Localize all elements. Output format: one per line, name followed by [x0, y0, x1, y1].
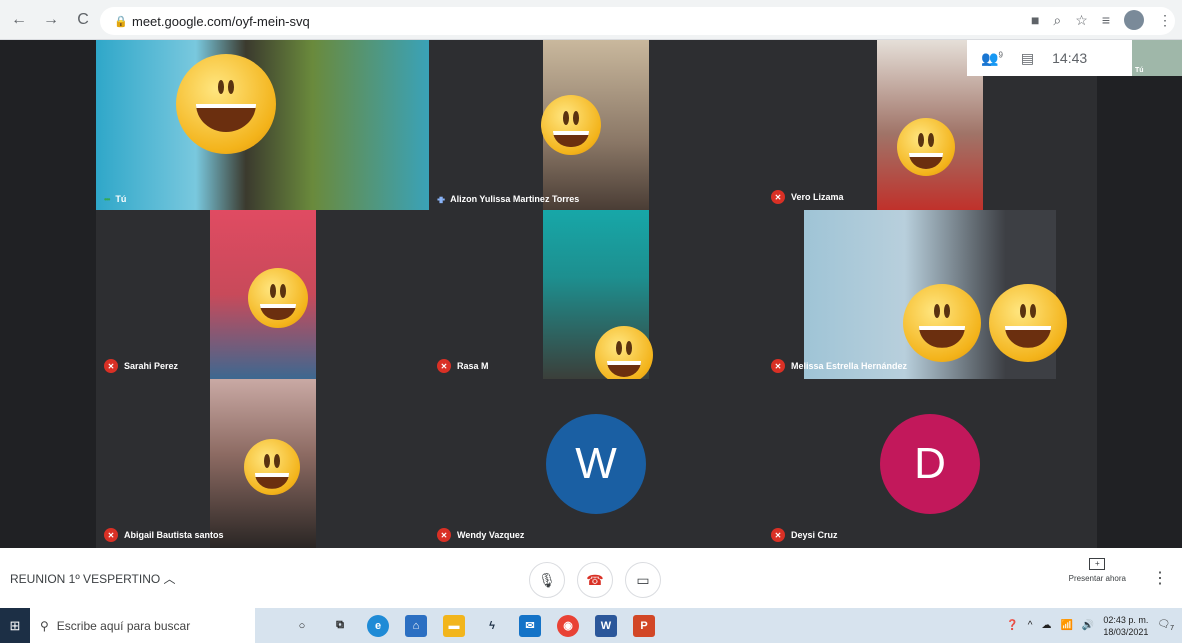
participant-name: Deysi Cruz: [791, 530, 838, 540]
participants-icon[interactable]: 👥9: [981, 50, 1003, 67]
clock-date: 18/03/2021: [1103, 626, 1149, 637]
lock-icon: 🔒: [114, 16, 128, 28]
store-icon[interactable]: ⌂: [405, 614, 427, 637]
profile-avatar[interactable]: [1124, 10, 1144, 30]
emoji-face-icon: [897, 118, 955, 176]
participant-tile[interactable]: ✕ Melissa Estrella Hernández: [763, 210, 1097, 379]
taskbar-clock[interactable]: 02:43 p. m. 18/03/2021: [1103, 614, 1148, 638]
participant-name: Vero Lizama: [791, 192, 844, 202]
cortana-icon[interactable]: ○: [291, 615, 313, 637]
present-label: Presentar ahora: [1068, 574, 1126, 583]
back-icon[interactable]: ←: [8, 11, 30, 29]
onedrive-icon[interactable]: ☁: [1041, 620, 1051, 631]
star-icon[interactable]: ☆: [1075, 12, 1088, 29]
windows-start-icon[interactable]: ⊞: [0, 608, 30, 643]
hang-up-icon: ☎: [586, 571, 604, 588]
search-icon: ⚲: [40, 618, 49, 633]
browser-toolbar: ← → C 🔒 meet.google.com/oyf-mein-svq ■ ⌕…: [0, 0, 1182, 40]
chevron-up-icon[interactable]: ^: [1028, 620, 1033, 631]
end-call-button[interactable]: ☎: [577, 562, 613, 598]
present-icon: +: [1089, 558, 1106, 570]
forward-icon[interactable]: →: [40, 11, 62, 29]
search-placeholder: Escribe aquí para buscar: [56, 618, 191, 633]
emoji-face-icon: [989, 284, 1067, 362]
emoji-face-icon: [903, 284, 981, 362]
meeting-title: REUNION 1º VESPERTINO: [10, 572, 161, 586]
participant-tile[interactable]: D ✕ Deysi Cruz: [763, 379, 1097, 548]
meeting-details-button[interactable]: REUNION 1º VESPERTINO ︿: [10, 570, 176, 587]
participant-tile[interactable]: ▪▮▪ Alizon Yulissa Martinez Torres: [429, 40, 763, 210]
bolt-icon[interactable]: ϟ: [481, 615, 503, 637]
url-text: meet.google.com/oyf-mein-svq: [132, 13, 310, 29]
muted-mic-icon: ✕: [104, 528, 118, 542]
camera-icon[interactable]: ■: [1031, 12, 1039, 28]
emoji-face-icon: [595, 326, 653, 379]
participant-name: Sarahi Perez: [124, 361, 179, 371]
muted-mic-icon: ✕: [437, 528, 451, 542]
chat-icon[interactable]: ▤: [1021, 50, 1034, 67]
video-camera-icon: ▭: [636, 571, 650, 588]
reload-icon[interactable]: C: [72, 11, 94, 29]
video-grid: ••• Tú ▪▮▪ Alizon Yulissa Martinez Torres …: [0, 40, 1182, 548]
participant-tile[interactable]: ••• Tú: [96, 40, 429, 210]
volume-icon[interactable]: 🔊: [1082, 620, 1094, 631]
file-explorer-icon[interactable]: ▬: [443, 614, 465, 637]
task-view-icon[interactable]: ⧉: [329, 615, 351, 637]
muted-mic-icon: ✕: [437, 359, 451, 373]
muted-mic-icon: ✕: [771, 190, 785, 204]
microphone-icon: 🎙: [538, 571, 556, 588]
muted-mic-icon: ✕: [771, 359, 785, 373]
present-now-button[interactable]: + Presentar ahora: [1069, 558, 1126, 583]
playlist-icon[interactable]: ≡: [1102, 12, 1110, 28]
participant-tile[interactable]: ✕ Sarahi Perez: [96, 210, 429, 379]
muted-mic-icon: ✕: [771, 528, 785, 542]
participant-name: Melissa Estrella Hernández: [791, 361, 908, 371]
address-bar[interactable]: 🔒 meet.google.com/oyf-mein-svq: [100, 7, 1175, 35]
more-options-icon[interactable]: ⋮: [1152, 568, 1168, 588]
self-view-thumbnail[interactable]: Tú: [1132, 40, 1182, 76]
meeting-info-bar: 👥9 ▤ 14:43 Tú: [967, 40, 1182, 76]
participant-name: Tú: [115, 194, 127, 204]
emoji-face-icon: [244, 439, 300, 495]
camera-button[interactable]: ▭: [625, 562, 661, 598]
taskbar-search[interactable]: ⚲ Escribe aquí para buscar: [30, 608, 255, 643]
muted-mic-icon: ✕: [104, 359, 118, 373]
microphone-button[interactable]: 🎙: [529, 562, 565, 598]
chrome-icon[interactable]: ◉: [557, 614, 579, 637]
edge-icon[interactable]: e: [367, 614, 389, 637]
notifications-icon[interactable]: 🗨7: [1157, 619, 1174, 632]
avatar: W: [546, 414, 646, 514]
avatar: D: [880, 414, 980, 514]
windows-taskbar: ⊞ ⚲ Escribe aquí para buscar ○ ⧉ e ⌂ ▬ ϟ…: [0, 608, 1182, 643]
participant-name: Rasa M: [457, 361, 489, 371]
emoji-face-icon: [248, 268, 308, 328]
participant-name: Abigail Bautista santos: [124, 530, 224, 540]
self-label: Tú: [1135, 67, 1144, 74]
participant-name: Alizon Yulissa Martinez Torres: [450, 194, 580, 204]
powerpoint-icon[interactable]: P: [633, 614, 655, 637]
clock-time: 02:43 p. m.: [1103, 614, 1149, 625]
participant-name: Wendy Vazquez: [457, 530, 525, 540]
word-icon[interactable]: W: [595, 614, 617, 637]
participant-tile[interactable]: W ✕ Wendy Vazquez: [429, 379, 763, 548]
mail-icon[interactable]: ✉: [519, 614, 541, 637]
menu-icon[interactable]: ⋮: [1158, 12, 1172, 29]
emoji-face-icon: [176, 54, 276, 154]
participant-tile[interactable]: ✕ Abigail Bautista santos: [96, 379, 429, 548]
call-controls: REUNION 1º VESPERTINO ︿ 🎙 ☎ ▭ + Presenta…: [0, 548, 1182, 608]
participant-tile[interactable]: ✕ Rasa M: [429, 210, 763, 379]
wifi-icon[interactable]: 📶: [1060, 620, 1072, 631]
meeting-time: 14:43: [1052, 50, 1088, 66]
zoom-icon[interactable]: ⌕: [1053, 12, 1061, 29]
chevron-up-icon: ︿: [163, 572, 176, 586]
help-icon[interactable]: ❓: [1006, 620, 1018, 631]
emoji-face-icon: [541, 95, 601, 155]
